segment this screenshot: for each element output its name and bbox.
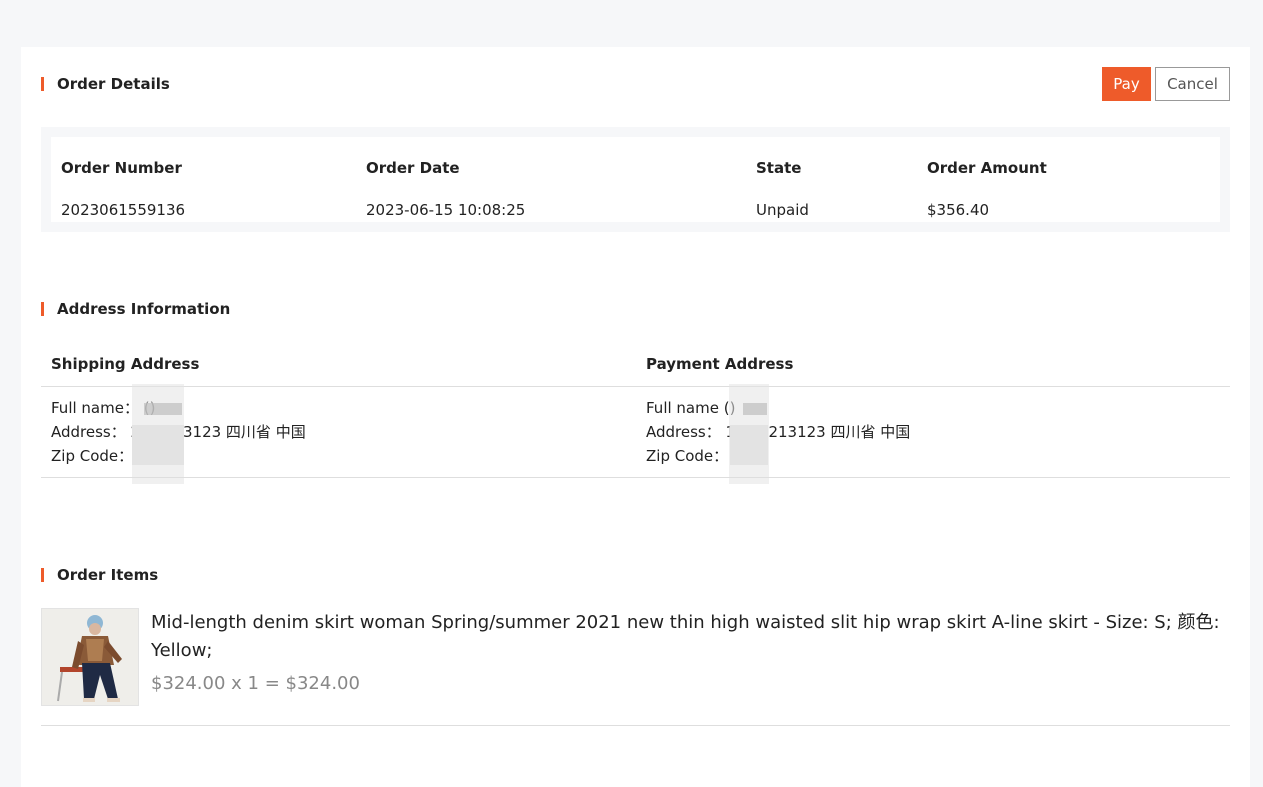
product-price-line: $324.00 x 1 = $324.00 [151,673,360,694]
product-name-link[interactable]: Mid-length denim skirt woman Spring/summ… [151,609,1221,665]
redaction-name-shipping [144,403,182,415]
redaction-address-shipping [132,425,184,465]
order-date-header: Order Date [366,159,460,177]
state-value: Unpaid [756,201,809,219]
state-header: State [756,159,802,177]
order-date-value: 2023-06-15 10:08:25 [366,201,526,219]
items-divider [41,725,1230,726]
order-summary-box: Order Number Order Date State Order Amou… [41,127,1230,232]
order-card: Order Details Pay Cancel Order Number Or… [21,47,1250,787]
address-divider-bottom [41,477,1230,478]
payment-address-heading: Payment Address [646,355,794,373]
product-thumbnail[interactable] [41,608,139,706]
payment-zip: Zip Code： 3 [646,447,743,465]
payment-full-name: Full name () [646,399,736,417]
order-amount-header: Order Amount [927,159,1047,177]
order-amount-value: $356.40 [927,201,990,219]
order-summary-table: Order Number Order Date State Order Amou… [51,137,1220,222]
cancel-button[interactable]: Cancel [1155,67,1230,101]
product-photo-illustration [42,609,138,705]
pay-button[interactable]: Pay [1102,67,1151,101]
order-details-title: Order Details [41,75,170,93]
shipping-zip: Zip Code： [51,447,134,465]
address-info-title: Address Information [41,300,230,318]
address-divider-top [41,386,1230,387]
order-items-title: Order Items [41,566,158,584]
order-number-value: 2023061559136 [61,201,186,219]
payment-address-line: Address： 123 3213123 四川省 中国 [646,423,911,441]
redaction-address-payment [730,425,768,465]
redaction-name-payment [743,403,767,415]
shipping-address-heading: Shipping Address [51,355,200,373]
order-number-header: Order Number [61,159,182,177]
